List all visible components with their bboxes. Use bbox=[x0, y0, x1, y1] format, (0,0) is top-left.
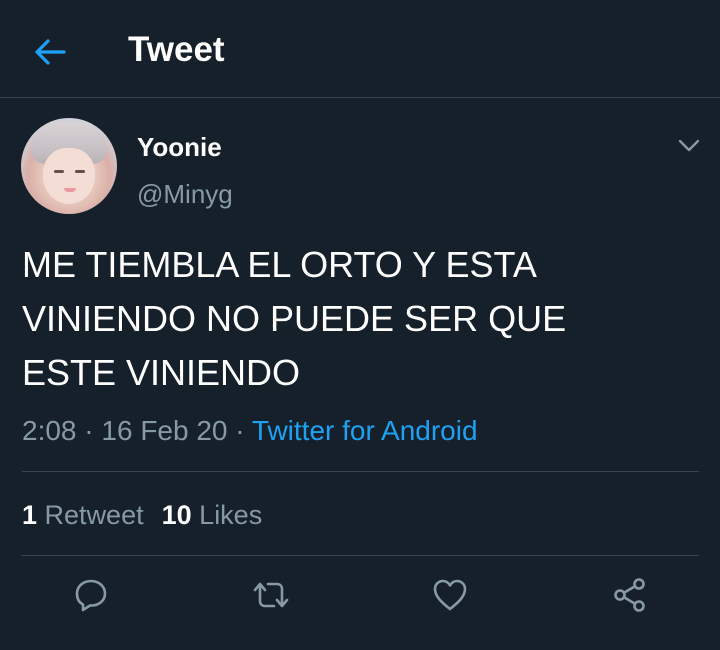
like-button[interactable] bbox=[430, 575, 470, 615]
author-handle[interactable]: @Minyg bbox=[137, 178, 233, 210]
likes-label: Likes bbox=[199, 500, 263, 530]
tweet-date: 16 Feb 20 bbox=[101, 415, 228, 446]
arrow-left-icon bbox=[35, 39, 66, 65]
tweet-time: 2:08 bbox=[22, 415, 77, 446]
author-display-name[interactable]: Yoonie bbox=[137, 131, 222, 163]
top-app-bar: Tweet bbox=[0, 0, 720, 98]
meta-separator: · bbox=[235, 415, 245, 446]
more-options-button[interactable] bbox=[675, 132, 703, 160]
tweet-text: ME TIEMBLA EL ORTO Y ESTA VINIENDO NO PU… bbox=[22, 244, 567, 393]
back-button[interactable] bbox=[30, 32, 70, 72]
avatar-eye-left bbox=[54, 170, 64, 173]
retweet-count: 1 bbox=[22, 500, 38, 530]
share-icon bbox=[614, 578, 645, 612]
divider bbox=[22, 555, 699, 556]
reply-button[interactable] bbox=[71, 575, 111, 615]
avatar-eye-right bbox=[75, 170, 85, 173]
heart-icon bbox=[433, 579, 467, 611]
meta-separator: · bbox=[84, 415, 94, 446]
retweet-label: Retweet bbox=[44, 500, 144, 530]
retweet-icon bbox=[253, 582, 289, 608]
tweet-detail-screen: Tweet Yoonie @Minyg ME TIEMBLA EL ORTO Y… bbox=[0, 0, 720, 650]
likes-stat[interactable]: 10 Likes bbox=[162, 500, 263, 530]
likes-count: 10 bbox=[161, 500, 192, 530]
tweet-meta: 2:08 · 16 Feb 20 · Twitter for Android bbox=[22, 411, 478, 451]
avatar[interactable] bbox=[21, 118, 117, 214]
tweet-source-link[interactable]: Twitter for Android bbox=[252, 415, 478, 446]
reply-icon bbox=[75, 579, 107, 612]
retweet-stat[interactable]: 1 Retweet bbox=[22, 500, 144, 530]
avatar-face bbox=[43, 148, 95, 204]
page-title: Tweet bbox=[128, 30, 225, 69]
chevron-down-icon bbox=[678, 139, 700, 152]
tweet-stats: 1 Retweet 10 Likes bbox=[22, 495, 262, 535]
retweet-button[interactable] bbox=[251, 575, 291, 615]
divider bbox=[22, 471, 699, 472]
share-button[interactable] bbox=[610, 575, 650, 615]
